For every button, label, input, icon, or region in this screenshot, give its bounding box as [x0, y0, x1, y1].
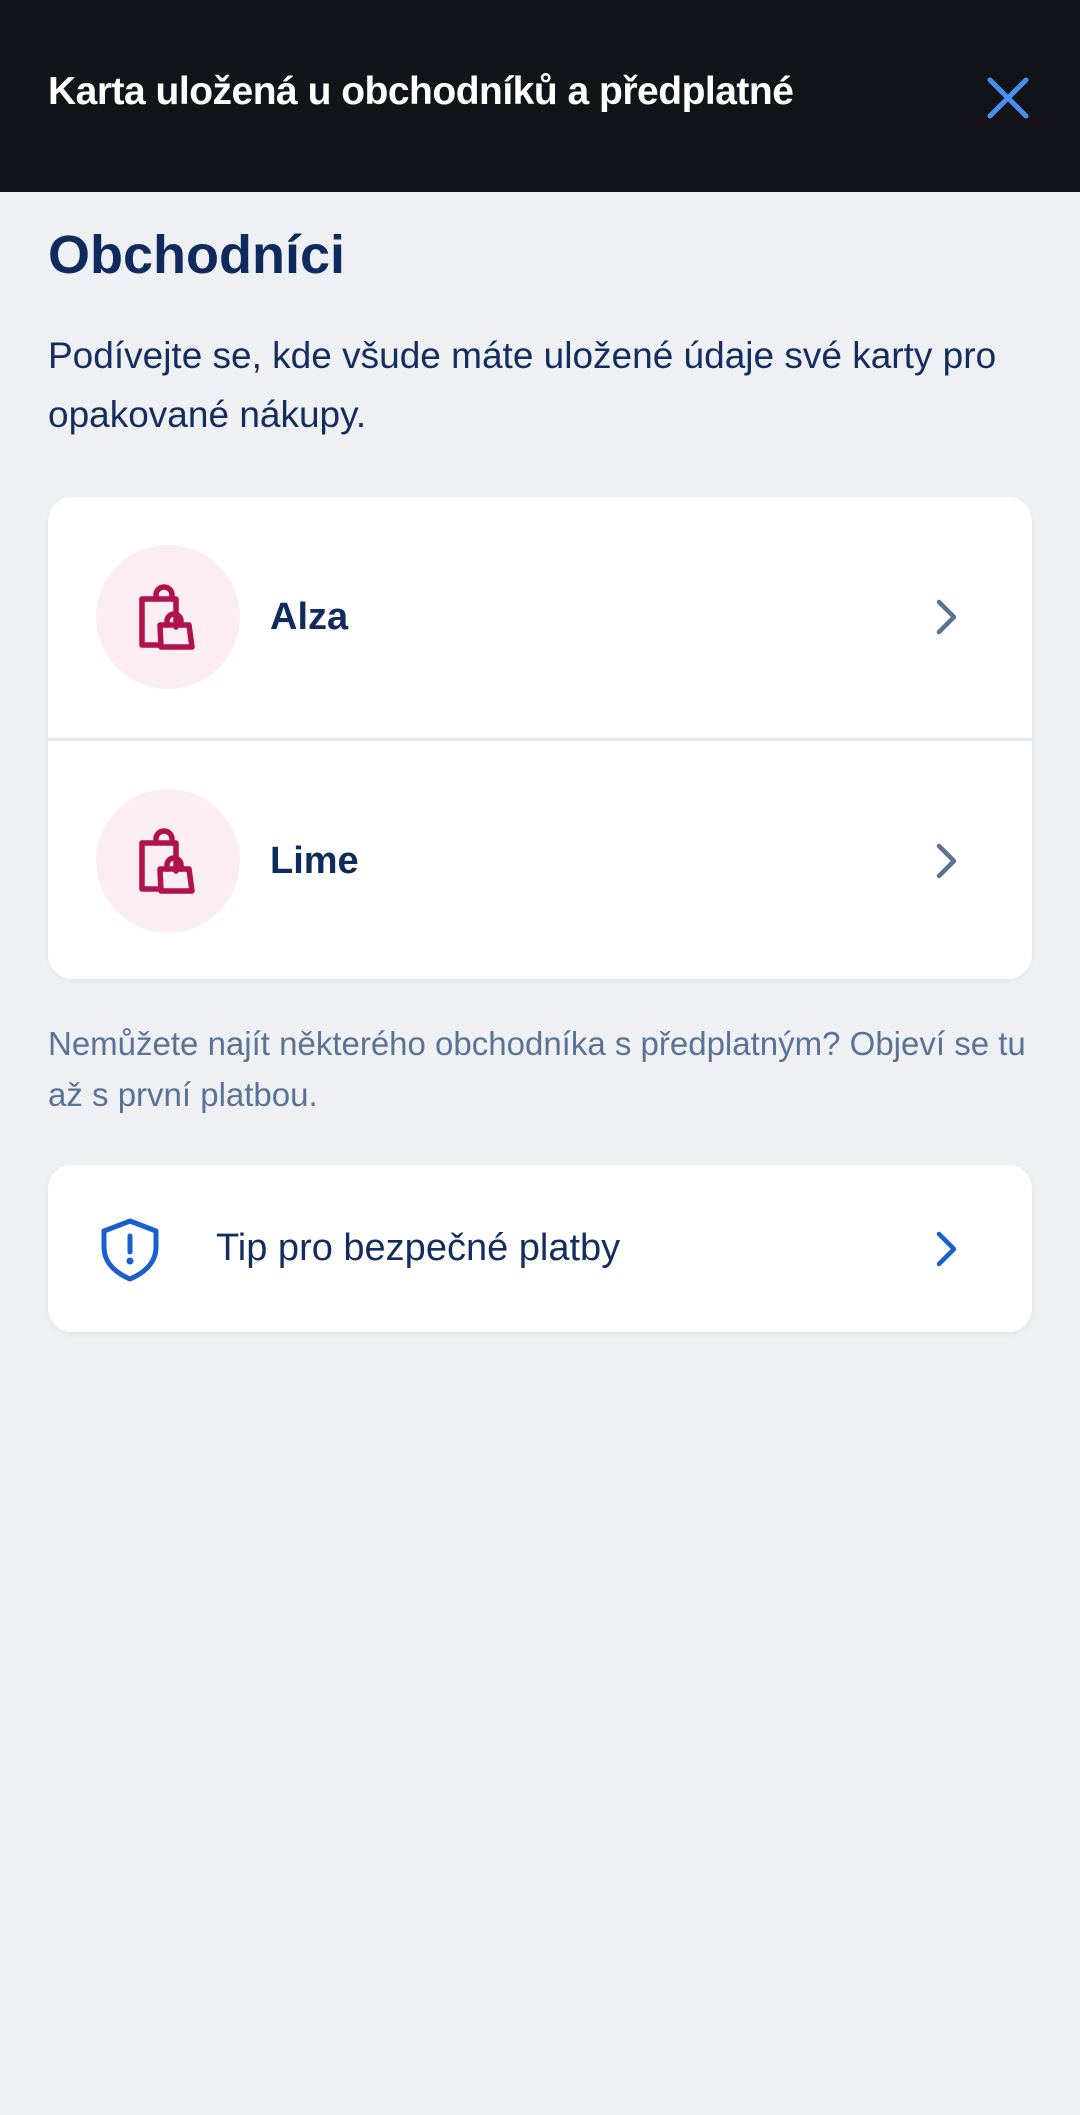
merchant-item-lime[interactable]: Lime [48, 738, 1032, 979]
safe-payments-tip-button[interactable]: Tip pro bezpečné platby [48, 1165, 1032, 1332]
shopping-bags-icon [139, 828, 195, 894]
intro-text: Podívejte se, kde všude máte uložené úda… [48, 335, 997, 435]
shopping-bags-icon [139, 584, 195, 650]
merchant-item-alza[interactable]: Alza [48, 497, 1032, 738]
info-note: Nemůžete najít některého obchodníka s př… [48, 1025, 1026, 1113]
merchants-list: Alza Lime [48, 497, 1032, 979]
close-button[interactable] [976, 66, 1040, 130]
merchant-name: Alza [270, 596, 349, 638]
merchant-avatar [96, 545, 240, 689]
chevron-right-icon [936, 599, 957, 635]
shield-alert-icon [101, 1218, 159, 1282]
chevron-right-icon [936, 1231, 957, 1267]
chevron-right-icon [936, 843, 957, 879]
close-icon [987, 77, 1029, 119]
merchant-name: Lime [270, 840, 359, 882]
page-title: Obchodníci [48, 225, 345, 285]
merchant-avatar [96, 789, 240, 933]
tip-label: Tip pro bezpečné platby [216, 1227, 621, 1269]
header-title: Karta uložená u obchodníků a předplatné [48, 70, 794, 113]
header-bar: Karta uložená u obchodníků a předplatné [0, 0, 1080, 192]
